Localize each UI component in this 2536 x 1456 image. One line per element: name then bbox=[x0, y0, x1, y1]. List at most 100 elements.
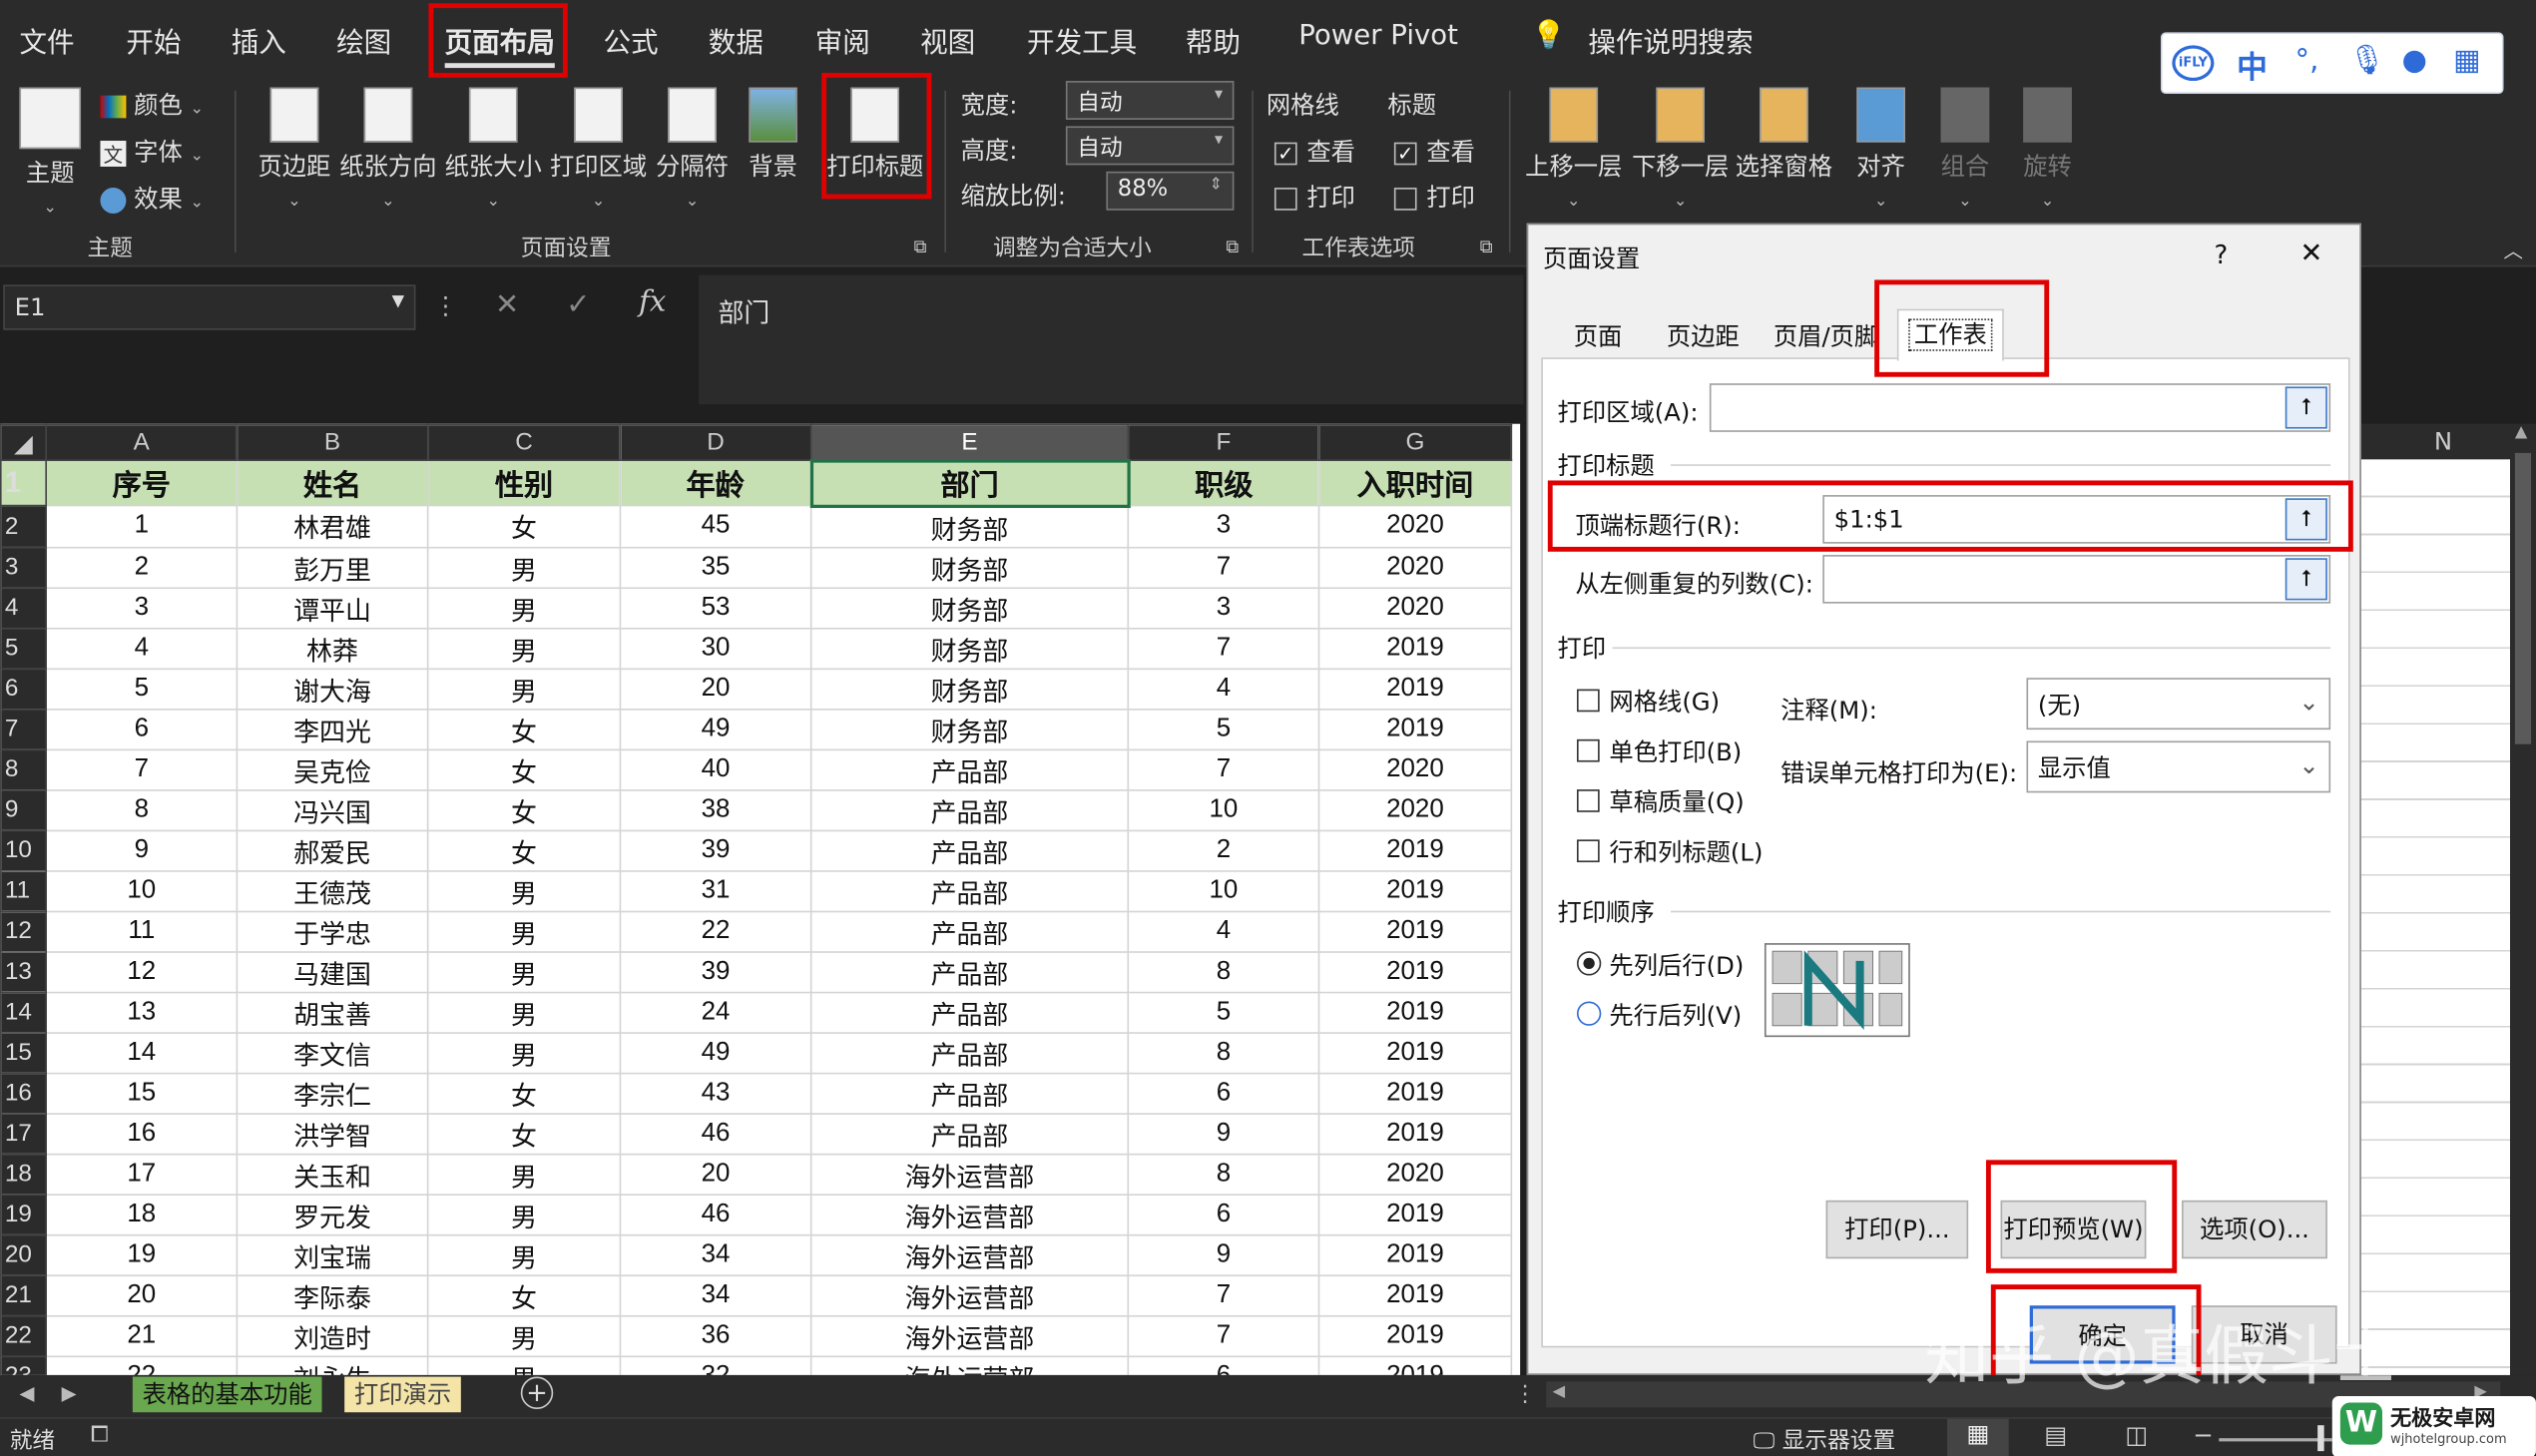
row-header[interactable]: 15 bbox=[0, 1031, 47, 1074]
column-header[interactable]: C bbox=[426, 423, 622, 462]
print-preview-button[interactable]: 打印预览(W) bbox=[2000, 1200, 2147, 1259]
menu-developer[interactable]: 开发工具 bbox=[1027, 19, 1137, 60]
row-header[interactable]: 21 bbox=[0, 1273, 47, 1316]
menu-page-layout[interactable]: 页面布局 bbox=[444, 19, 555, 69]
print-area-input[interactable] bbox=[1709, 383, 2331, 432]
menu-draw[interactable]: 绘图 bbox=[336, 19, 391, 60]
column-header[interactable]: G bbox=[1317, 423, 1513, 462]
cell[interactable]: 产品部 bbox=[809, 1112, 1130, 1155]
send-backward-button[interactable]: 下移一层 ⌄ bbox=[1632, 87, 1729, 213]
cell[interactable]: 男 bbox=[426, 667, 622, 710]
fonts-button[interactable]: 文 字体 ⌄ bbox=[100, 135, 204, 169]
cell[interactable]: 李四光 bbox=[236, 708, 429, 750]
cell[interactable]: 14 bbox=[45, 1031, 239, 1074]
row-header[interactable]: 17 bbox=[0, 1112, 47, 1155]
tell-me-search[interactable]: 操作说明搜索 bbox=[1588, 19, 1753, 60]
print-titles-button[interactable]: 打印标题 bbox=[826, 87, 923, 184]
cell[interactable]: 男 bbox=[426, 1031, 622, 1074]
cell[interactable]: 24 bbox=[619, 990, 812, 1034]
menu-insert[interactable]: 插入 bbox=[232, 19, 286, 60]
cell[interactable]: 冯兴国 bbox=[236, 788, 429, 831]
cell[interactable]: 4 bbox=[1127, 667, 1320, 710]
ime-mode-toggle[interactable]: 中 bbox=[2237, 44, 2268, 88]
cell[interactable]: 8 bbox=[45, 788, 239, 831]
cell[interactable]: 49 bbox=[619, 1031, 812, 1074]
cell[interactable]: 7 bbox=[1127, 546, 1320, 589]
cell[interactable]: 6 bbox=[1127, 1193, 1320, 1235]
zoom-out-icon[interactable]: − bbox=[2193, 1420, 2213, 1449]
cell[interactable]: 10 bbox=[1127, 788, 1320, 831]
cell[interactable]: 9 bbox=[1127, 1233, 1320, 1276]
cell[interactable]: 谭平山 bbox=[236, 586, 429, 629]
cell[interactable]: 男 bbox=[426, 909, 622, 953]
menu-file[interactable]: 文件 bbox=[19, 19, 74, 60]
cell[interactable]: 洪学智 bbox=[236, 1112, 429, 1155]
cell[interactable]: 39 bbox=[619, 950, 812, 993]
zoom-slider[interactable] bbox=[2219, 1438, 2332, 1442]
cell[interactable]: 21 bbox=[45, 1314, 239, 1357]
cell[interactable]: 男 bbox=[426, 990, 622, 1034]
draft-checkbox[interactable] bbox=[1576, 789, 1600, 812]
collapse-dialog-icon[interactable]: ⭡ bbox=[2284, 386, 2327, 429]
cell[interactable]: 谢大海 bbox=[236, 667, 429, 710]
cell[interactable]: 1 bbox=[45, 504, 239, 548]
header-cell[interactable]: 姓名 bbox=[236, 459, 429, 507]
sheet-tab-basics[interactable]: 表格的基本功能 bbox=[132, 1376, 322, 1413]
cell[interactable]: 34 bbox=[619, 1233, 812, 1276]
cell[interactable]: 海外运营部 bbox=[809, 1314, 1130, 1357]
themes-button[interactable]: 主题 ⌄ bbox=[13, 87, 88, 219]
cell[interactable]: 49 bbox=[619, 708, 812, 750]
cell[interactable]: 5 bbox=[1127, 990, 1320, 1034]
cell[interactable]: 6 bbox=[1127, 1354, 1320, 1375]
cell[interactable]: 刘造时 bbox=[236, 1314, 429, 1357]
cell[interactable]: 19 bbox=[45, 1233, 239, 1276]
cell[interactable]: 海外运营部 bbox=[809, 1193, 1130, 1235]
cell[interactable]: 12 bbox=[45, 950, 239, 993]
cell[interactable]: 36 bbox=[619, 1314, 812, 1357]
cell[interactable]: 林君雄 bbox=[236, 504, 429, 548]
row-header[interactable]: 22 bbox=[0, 1314, 47, 1357]
menu-data[interactable]: 数据 bbox=[709, 19, 763, 60]
cell[interactable]: 男 bbox=[426, 546, 622, 589]
cell[interactable]: 产品部 bbox=[809, 990, 1130, 1034]
cell[interactable]: 10 bbox=[45, 869, 239, 912]
cell[interactable]: 产品部 bbox=[809, 869, 1130, 912]
column-header[interactable]: F bbox=[1127, 423, 1320, 462]
page-break-view-icon[interactable]: ◫ bbox=[2125, 1420, 2148, 1449]
cell[interactable]: 4 bbox=[1127, 909, 1320, 953]
cell[interactable]: 女 bbox=[426, 1112, 622, 1155]
cell[interactable]: 40 bbox=[619, 747, 812, 790]
sheet-tab-print-demo[interactable]: 打印演示 bbox=[344, 1376, 461, 1413]
select-all-corner[interactable]: ◢ bbox=[0, 423, 47, 462]
comments-select[interactable]: (无) ⌄ bbox=[2026, 678, 2331, 730]
cell[interactable]: 海外运营部 bbox=[809, 1153, 1130, 1196]
cell[interactable]: 男 bbox=[426, 950, 622, 993]
rows-repeat-input[interactable]: $1:$1 bbox=[1822, 495, 2331, 544]
cell[interactable]: 产品部 bbox=[809, 788, 1130, 831]
headings-print-checkbox[interactable]: 打印 bbox=[1393, 180, 1475, 214]
row-header[interactable]: 1 bbox=[0, 459, 47, 507]
column-header[interactable]: B bbox=[236, 423, 429, 462]
collapse-dialog-icon[interactable]: ⭡ bbox=[2284, 498, 2327, 541]
headings-view-checkbox[interactable]: ✓ 查看 bbox=[1393, 135, 1475, 169]
cell[interactable]: 男 bbox=[426, 1314, 622, 1357]
cell[interactable]: 2020 bbox=[1317, 1153, 1513, 1196]
width-select[interactable]: 自动 ▾ bbox=[1065, 81, 1235, 120]
cell[interactable]: 7 bbox=[45, 747, 239, 790]
gridlines-print-checkbox[interactable]: 打印 bbox=[1273, 180, 1355, 214]
orientation-button[interactable]: 纸张方向 ⌄ bbox=[339, 87, 437, 213]
row-header[interactable]: 20 bbox=[0, 1233, 47, 1276]
cell[interactable]: 男 bbox=[426, 1153, 622, 1196]
scale-stepper[interactable]: 88% ⇕ bbox=[1106, 171, 1235, 211]
cell[interactable]: 13 bbox=[45, 990, 239, 1034]
cell[interactable]: 产品部 bbox=[809, 747, 1130, 790]
cell[interactable]: 男 bbox=[426, 1354, 622, 1375]
ifly-logo-icon[interactable]: iFLY bbox=[2172, 45, 2215, 82]
cell[interactable]: 海外运营部 bbox=[809, 1273, 1130, 1316]
cell[interactable]: 20 bbox=[45, 1273, 239, 1316]
row-header[interactable]: 4 bbox=[0, 586, 47, 629]
cell[interactable]: 9 bbox=[45, 828, 239, 871]
row-header[interactable]: 19 bbox=[0, 1193, 47, 1235]
cell[interactable]: 罗元发 bbox=[236, 1193, 429, 1235]
cell[interactable]: 吴克俭 bbox=[236, 747, 429, 790]
